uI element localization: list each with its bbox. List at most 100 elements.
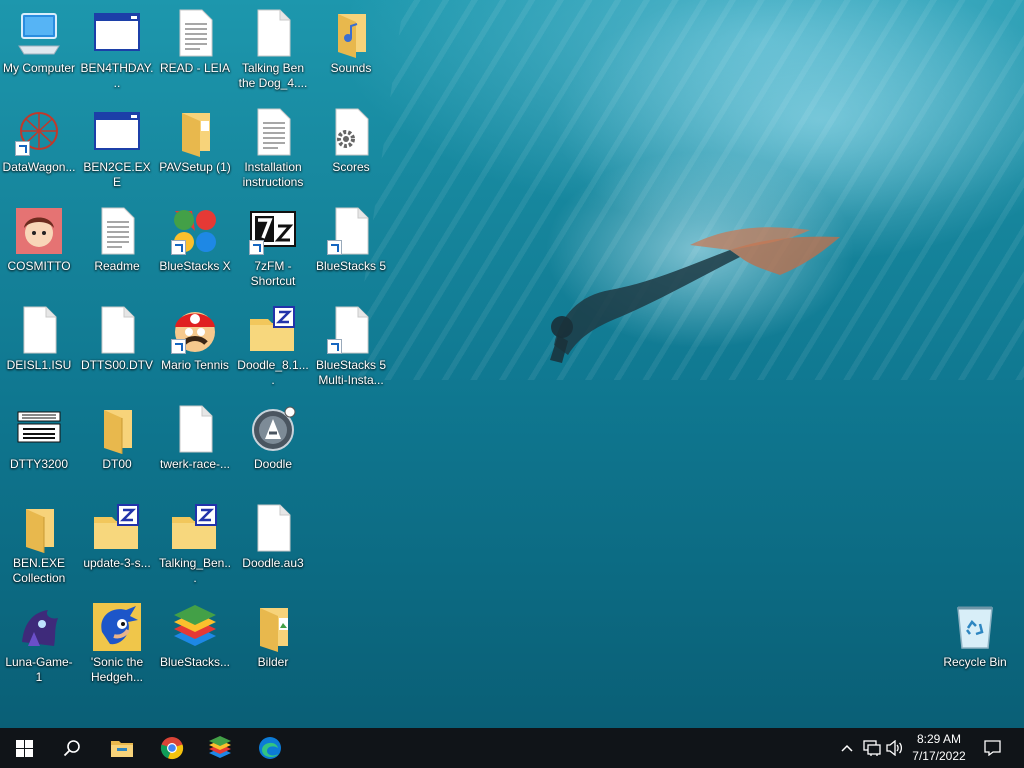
zip-folder-icon (170, 503, 220, 553)
desktop-icon-bilder[interactable]: Bilder (234, 602, 312, 670)
taskbar-file-explorer[interactable] (98, 728, 146, 768)
shortcut-arrow-icon (327, 240, 342, 255)
desktop-icon-label: twerk-race-... (159, 457, 230, 471)
chevron-up-icon (841, 744, 853, 752)
desktop-icon-label: BlueStacks 5 Multi-Insta... (315, 358, 387, 387)
blank-file-icon (14, 305, 64, 355)
file-explorer-icon (111, 741, 133, 757)
desktop-icon-7zfm-shortcut[interactable]: 7zFM - Shortcut (234, 206, 312, 289)
clock-time: 8:29 AM (916, 732, 962, 746)
shortcut-arrow-icon (171, 339, 186, 354)
desktop-icon-label: READ - LEIA (159, 61, 231, 75)
desktop-icon-label: BlueStacks X (159, 259, 231, 273)
shortcut-arrow-icon (327, 339, 342, 354)
show-hidden-icons-button[interactable] (836, 728, 858, 768)
text-document-icon (248, 107, 298, 157)
network-wired-icon (863, 740, 881, 756)
desktop-icon-luna-game[interactable]: Luna-Game-1 (0, 602, 78, 685)
text-document-icon (170, 8, 220, 58)
desktop-icon-ben4thday[interactable]: BEN4THDAY... (78, 8, 156, 91)
desktop-icon-read-leia[interactable]: READ - LEIA (156, 8, 234, 76)
wallpaper-diver (550, 227, 840, 363)
desktop-icon-bluestacks-5-multi-instance[interactable]: BlueStacks 5 Multi-Insta... (312, 305, 390, 388)
desktop-icon-talking-ben-zip[interactable]: Talking_Ben... (156, 503, 234, 586)
desktop-icon-label: DTTY3200 (9, 457, 69, 471)
desktop-icon-doodle-au3[interactable]: Doodle.au3 (234, 503, 312, 571)
blank-file-icon (170, 404, 220, 454)
taskbar: 8:29 AM 7/17/2022 (0, 728, 1024, 768)
desktop-icon-readme[interactable]: Readme (78, 206, 156, 274)
clock[interactable]: 8:29 AM 7/17/2022 (902, 731, 976, 765)
7zip-icon (248, 206, 298, 256)
zip-folder-icon (92, 503, 142, 553)
desktop-icon-recycle-bin[interactable]: Recycle Bin (936, 602, 1014, 670)
desktop-icon-label: Doodle (253, 457, 293, 471)
action-center-button[interactable] (978, 728, 1006, 768)
desktop-icon-label: BlueStacks 5 (315, 259, 387, 273)
start-button[interactable] (0, 728, 48, 768)
blank-file-icon (92, 305, 142, 355)
desktop-icon-label: DTTS00.DTV (80, 358, 153, 372)
desktop-icon-ben-exe-collection[interactable]: BEN.EXE Collection (0, 503, 78, 586)
desktop-icon-ben2ce[interactable]: BEN2CE.EXE (78, 107, 156, 190)
recycle-bin-icon (950, 602, 1000, 652)
desktop-icon-pavsetup[interactable]: PAVSetup (1) (156, 107, 234, 175)
chrome-icon (160, 737, 184, 760)
search-icon (63, 740, 80, 757)
computer-icon (14, 8, 64, 58)
desktop-icon-label: Mario Tennis (161, 358, 229, 372)
folder-icon (92, 404, 142, 454)
desktop-icon-label: Bilder (257, 655, 289, 669)
desktop-icon-label: DEISL1.ISU (6, 358, 72, 372)
desktop-icon-mario-tennis[interactable]: Mario Tennis (156, 305, 234, 373)
desktop-icon-bluestacks-5[interactable]: BlueStacks 5 (312, 206, 390, 274)
application-window-icon (92, 107, 142, 157)
search-button[interactable] (48, 728, 96, 768)
notification-icon (983, 740, 1001, 756)
music-folder-icon (326, 8, 376, 58)
shortcut-arrow-icon (171, 240, 186, 255)
desktop-icon-label: Recycle Bin (943, 655, 1007, 669)
desktop-icon-my-computer[interactable]: My Computer (0, 8, 78, 76)
desktop-icon-update-3[interactable]: update-3-s... (78, 503, 156, 571)
desktop-icon-label: Scores (332, 160, 370, 174)
desktop-icon-label: Installation instructions (242, 160, 304, 189)
taskbar-bluestacks[interactable] (196, 728, 244, 768)
blank-file-icon (248, 503, 298, 553)
desktop-icon-label: Doodle.au3 (242, 556, 304, 570)
desktop-icon-label: Sounds (330, 61, 372, 75)
desktop-icon-sonic[interactable]: 'Sonic the Hedgeh... (78, 602, 156, 685)
desktop-icon-bluestacks-x[interactable]: BlueStacks X (156, 206, 234, 274)
autoit-icon (248, 404, 298, 454)
desktop-toys-logo-icon (14, 404, 64, 454)
network-button[interactable] (860, 728, 884, 768)
desktop-icon-label: Readme (94, 259, 140, 273)
desktop-icon-twerk-race[interactable]: twerk-race-... (156, 404, 234, 472)
desktop-icon-label: BEN4THDAY... (80, 61, 154, 90)
desktop-icon-bluestacks[interactable]: BlueStacks... (156, 602, 234, 670)
text-document-icon (92, 206, 142, 256)
desktop-icon-dt00[interactable]: DT00 (78, 404, 156, 472)
desktop-icon-doodle-zip[interactable]: Doodle_8.1.... (234, 305, 312, 388)
desktop-icon-installation-instructions[interactable]: Installation instructions (234, 107, 312, 190)
desktop-icon-doodle[interactable]: Doodle (234, 404, 312, 472)
desktop-icon-label: My Computer (2, 61, 76, 75)
desktop-icon-talking-ben[interactable]: Talking Ben the Dog_4.... (234, 8, 312, 91)
desktop-icon-label: BEN.EXE Collection (12, 556, 66, 585)
desktop-icon-label: BEN2CE.EXE (83, 160, 151, 189)
shortcut-arrow-icon (249, 240, 264, 255)
taskbar-chrome[interactable] (148, 728, 196, 768)
clock-date: 7/17/2022 (912, 749, 966, 763)
desktop-icon-dtts00[interactable]: DTTS00.DTV (78, 305, 156, 373)
desktop-icon-cosmitto[interactable]: COSMITTO (0, 206, 78, 274)
desktop-icon-sounds[interactable]: Sounds (312, 8, 390, 76)
taskbar-edge[interactable] (246, 728, 294, 768)
shortcut-arrow-icon (15, 141, 30, 156)
desktop-icon-label: update-3-s... (83, 556, 151, 570)
desktop-icon-dtty3200[interactable]: DTTY3200 (0, 404, 78, 472)
desktop-icon-datawagon[interactable]: DataWagon... (0, 107, 78, 175)
mario-character-icon (170, 305, 220, 355)
desktop-icon-label: PAVSetup (1) (159, 160, 231, 174)
desktop-icon-deisl1[interactable]: DEISL1.ISU (0, 305, 78, 373)
desktop-icon-scores[interactable]: Scores (312, 107, 390, 175)
